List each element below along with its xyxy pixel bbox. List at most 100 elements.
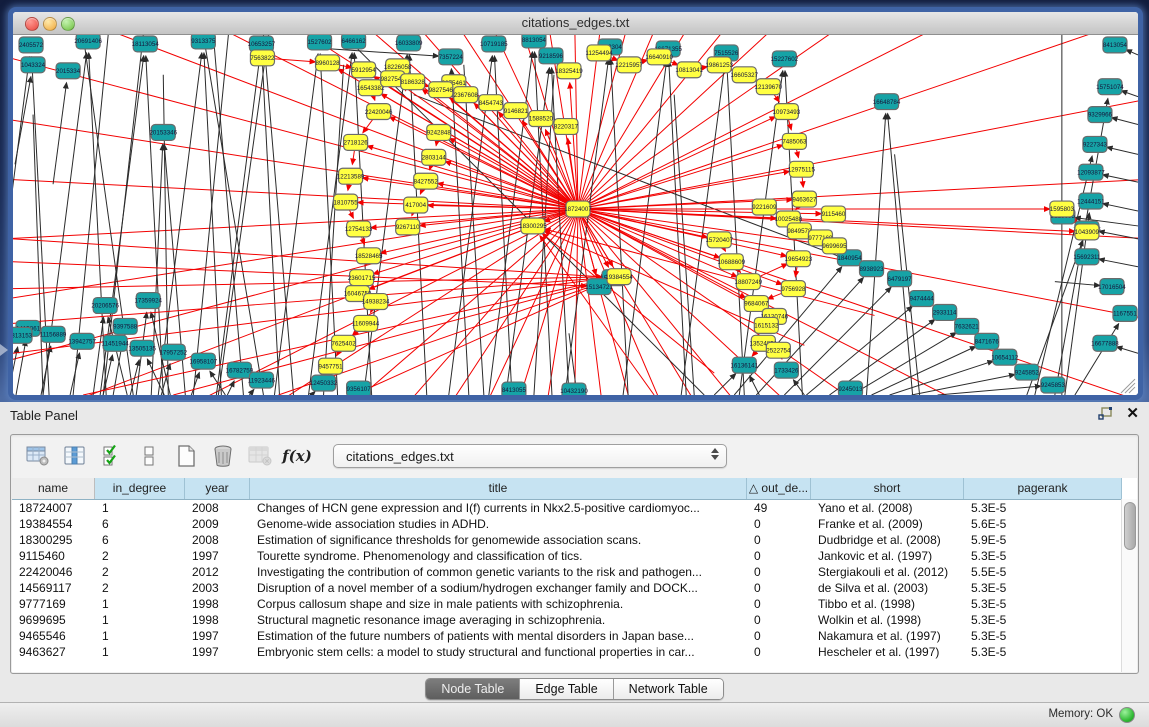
column-header-out_de[interactable]: △ out_de...	[747, 478, 811, 499]
graph-node-label: 2933114	[933, 310, 957, 317]
deselect-all-icon[interactable]	[136, 443, 162, 469]
table-row[interactable]: 946362711997Embryonic stem cells: a mode…	[12, 644, 1137, 660]
graph-node-label: 1527602	[307, 39, 332, 46]
table-cell: 9699695	[12, 612, 95, 628]
close-panel-icon[interactable]: ✕	[1126, 407, 1139, 421]
delete-column-icon[interactable]	[210, 443, 236, 469]
graph-edge	[13, 209, 578, 277]
window-title: citations_edges.txt	[13, 15, 1138, 30]
column-header-short[interactable]: short	[811, 478, 964, 499]
graph-node-label: 12444151	[1077, 198, 1105, 205]
table-cell: Disruption of a novel member of a sodium…	[250, 580, 747, 596]
split-grip[interactable]	[566, 395, 576, 400]
resize-grip-icon[interactable]	[1121, 379, 1135, 393]
column-visibility-icon[interactable]	[62, 443, 88, 469]
graph-edge	[578, 209, 1138, 395]
table-cell: 14569117	[12, 580, 95, 596]
table-row[interactable]: 1830029562008Estimation of significance …	[12, 532, 1137, 548]
table-scrollbar[interactable]	[1121, 499, 1137, 672]
select-all-icon[interactable]	[99, 443, 125, 469]
column-header-year[interactable]: year	[185, 478, 250, 499]
memory-status-indicator	[1119, 707, 1135, 723]
graph-node-label: 9457751	[319, 363, 344, 370]
scrollbar-thumb[interactable]	[1124, 502, 1136, 550]
graph-node-label: 7357224	[439, 54, 464, 61]
graph-node-label: 8960128	[315, 60, 340, 67]
table-row[interactable]: 969969511998Structural magnetic resonanc…	[12, 612, 1137, 628]
table-selector-dropdown[interactable]: citations_edges.txt	[333, 444, 727, 468]
table-cell: 9115460	[12, 548, 95, 564]
table-tabs: Node TableEdge TableNetwork Table	[425, 678, 723, 700]
table-cell: 2	[95, 580, 185, 596]
delete-table-icon[interactable]	[247, 443, 273, 469]
table-cell: 18300295	[12, 532, 95, 548]
graph-node-label: 7515526	[714, 50, 739, 57]
graph-node-label: 9397588	[113, 324, 138, 331]
tab-node-table[interactable]: Node Table	[426, 679, 520, 699]
column-header-name[interactable]: name	[12, 478, 95, 499]
graph-node-label: 8220317	[554, 124, 579, 131]
function-builder-icon[interactable]: f(x)	[284, 443, 310, 469]
table-settings-icon[interactable]	[25, 443, 51, 469]
graph-node-label: 10025488	[775, 216, 803, 223]
table-row[interactable]: 911546021997Tourette syndrome. Phenomeno…	[12, 548, 1137, 564]
graph-edge	[13, 239, 602, 277]
network-graph[interactable]: 2405572206914061811305493133751065325715…	[13, 35, 1138, 395]
graph-node-label: 8186328	[401, 79, 426, 86]
network-window-titlebar[interactable]: citations_edges.txt	[13, 12, 1138, 35]
table-row[interactable]: 2242004622012Investigating the contribut…	[12, 564, 1137, 580]
graph-node-label: 9267110	[396, 224, 420, 231]
table-cell: Franke et al. (2009)	[811, 516, 964, 532]
table-cell: 5.3E-5	[964, 580, 1122, 596]
table-cell: 1997	[185, 644, 250, 660]
table-row[interactable]: 1872400712008Changes of HCN gene express…	[12, 500, 1137, 516]
table-cell: 5.6E-5	[964, 516, 1122, 532]
table-cell: 1	[95, 628, 185, 644]
graph-node-label: 6466162	[342, 38, 367, 45]
graph-edge	[912, 374, 1015, 395]
table-cell: 9463627	[12, 644, 95, 660]
graph-node-label: 10654112	[991, 354, 1019, 361]
graph-node-label: 11923446	[248, 377, 276, 384]
status-bar: Memory: OK	[0, 702, 1149, 727]
create-column-icon[interactable]	[173, 443, 199, 469]
graph-node-label: 1167551	[1113, 311, 1137, 318]
table-cell: 1997	[185, 548, 250, 564]
graph-edge	[1035, 156, 1092, 395]
table-cell: 2008	[185, 532, 250, 548]
table-panel: Table Panel ✕	[0, 402, 1149, 727]
graph-node-label: 16640910	[645, 54, 673, 61]
table-row[interactable]: 1456911722003Disruption of a novel membe…	[12, 580, 1137, 596]
tab-network-table[interactable]: Network Table	[614, 679, 723, 699]
panel-collapse-arrow-icon[interactable]	[0, 344, 8, 356]
tab-edge-table[interactable]: Edge Table	[520, 679, 613, 699]
table-row[interactable]: 946554611997Estimation of the future num…	[12, 628, 1137, 644]
graph-node-label: 20691406	[74, 38, 102, 45]
graph-node-label: 13505135	[128, 345, 156, 352]
column-header-in_degree[interactable]: in_degree	[95, 478, 185, 499]
graph-node-label: 16033809	[395, 40, 423, 47]
table-cell: de Silva et al. (2003)	[811, 580, 964, 596]
graph-edge	[578, 209, 1138, 395]
table-row[interactable]: 977716911998Corpus callosum shape and si…	[12, 596, 1137, 612]
graph-node-label: 2522754	[766, 347, 791, 354]
column-header-pagerank[interactable]: pagerank	[964, 478, 1122, 499]
graph-node-label: 6479197	[888, 276, 913, 283]
graph-edge	[938, 386, 1041, 395]
column-header-title[interactable]: title	[250, 478, 747, 499]
table-row[interactable]: 1938455462009Genome-wide association stu…	[12, 516, 1137, 532]
table-cell: 2008	[185, 500, 250, 516]
network-window[interactable]: citations_edges.txt 24055722069140618113…	[8, 7, 1143, 400]
graph-node-label: 9242848	[427, 130, 452, 137]
graph-node-label: 17016504	[1098, 284, 1126, 291]
float-panel-icon[interactable]	[1098, 407, 1114, 421]
graph-node-label: 9115460	[822, 211, 846, 218]
table-cell: 0	[747, 532, 811, 548]
table-cell: 0	[747, 516, 811, 532]
table-cell: Yano et al. (2008)	[811, 500, 964, 516]
graph-node-label: 16543382	[357, 85, 385, 92]
graph-node-label: 5912954	[352, 67, 377, 74]
graph-node-label: 8471676	[975, 339, 1000, 346]
graph-node-label: 7632621	[955, 324, 980, 331]
network-view[interactable]: 2405572206914061811305493133751065325715…	[13, 35, 1138, 395]
